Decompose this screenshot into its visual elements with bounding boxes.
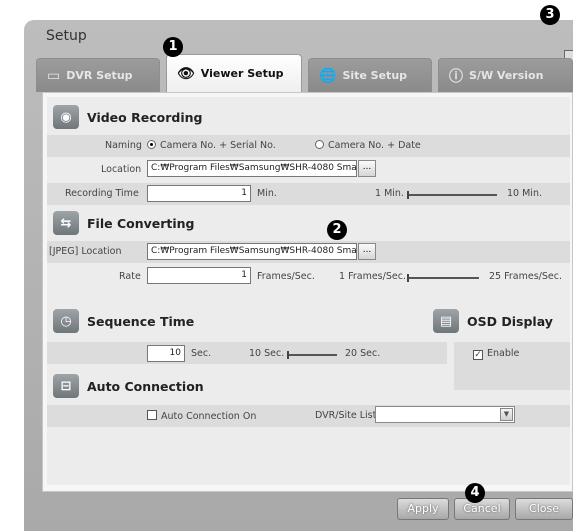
tab-label: Site Setup <box>342 69 408 82</box>
video-recording-header: ◉ Video Recording <box>53 105 202 129</box>
checkbox-unchecked[interactable] <box>147 410 157 420</box>
dvr-site-list-dropdown[interactable]: ▼ <box>375 406 515 423</box>
slider-thumb[interactable] <box>287 351 289 359</box>
location-label: Location <box>101 164 142 175</box>
tab-site-setup[interactable]: 🌐 Site Setup <box>308 58 432 92</box>
slider-max-label: 10 Min. <box>507 188 542 199</box>
sequence-time-row <box>47 342 447 364</box>
close-button[interactable]: Close <box>515 498 573 520</box>
recording-time-field[interactable]: 1 <box>147 185 251 202</box>
sequence-time-field[interactable]: 10 <box>147 345 185 362</box>
checkbox-label: Enable <box>487 348 520 359</box>
radio-button-selected[interactable] <box>147 140 156 149</box>
slider-min-label: 10 Sec. <box>249 348 285 359</box>
slider-thumb[interactable] <box>407 274 409 282</box>
naming-label: Naming <box>105 140 142 151</box>
auto-connection-header: ⊟ Auto Connection <box>53 374 204 398</box>
slider-thumb[interactable] <box>407 191 409 199</box>
dvr-site-list-label: DVR/Site List <box>315 410 377 421</box>
section-title: File Converting <box>87 215 195 231</box>
apply-button[interactable]: Apply <box>397 498 449 520</box>
file-converting-icon: ⇆ <box>53 211 79 235</box>
slider-min-label: 1 Frames/Sec. <box>339 271 406 282</box>
sequence-time-header: ◷ Sequence Time <box>53 309 194 333</box>
callout-marker: 1 <box>163 37 183 57</box>
slider-max-label: 25 Frames/Sec. <box>489 271 562 282</box>
naming-option-date[interactable]: Camera No. + Date <box>315 140 421 151</box>
tab-bar: ▭ DVR Setup 👁 Viewer Setup 🌐 Site Setup … <box>36 54 573 92</box>
section-title: Sequence Time <box>87 313 195 329</box>
auto-connection-icon: ⊟ <box>53 374 79 398</box>
callout-marker: 2 <box>327 220 347 240</box>
option-label: Camera No. + Serial No. <box>160 140 276 151</box>
callout-marker: 3 <box>540 5 560 25</box>
jpeg-browse-button[interactable]: ... <box>358 243 376 260</box>
dvr-icon: ▭ <box>47 67 61 84</box>
slider-min-label: 1 Min. <box>375 188 404 199</box>
sequence-time-slider[interactable] <box>287 351 337 359</box>
recording-time-slider[interactable] <box>407 191 497 199</box>
section-title: Auto Connection <box>87 378 204 394</box>
checkbox-label: Auto Connection On <box>161 411 257 422</box>
tab-label: S/W Version <box>469 69 544 82</box>
tab-sw-version[interactable]: ⓘ S/W Version <box>438 58 573 92</box>
sequence-time-unit: Sec. <box>191 348 212 359</box>
rate-field[interactable]: 1 <box>147 267 251 284</box>
osd-display-icon: ▤ <box>433 309 459 333</box>
option-label: Camera No. + Date <box>328 140 421 151</box>
recording-time-unit: Min. <box>257 188 277 199</box>
naming-option-serial[interactable]: Camera No. + Serial No. <box>147 140 276 151</box>
video-recording-icon: ◉ <box>53 105 79 129</box>
tab-viewer-setup[interactable]: 👁 Viewer Setup <box>166 54 302 92</box>
rate-label: Rate <box>119 271 141 282</box>
tab-label: DVR Setup <box>66 69 133 82</box>
callout-marker: 4 <box>465 483 485 503</box>
section-title: Video Recording <box>87 109 203 125</box>
viewer-setup-panel: ◉ Video Recording Naming Camera No. + Se… <box>42 92 573 492</box>
chevron-down-icon[interactable]: ▼ <box>500 408 513 421</box>
radio-button[interactable] <box>315 140 324 149</box>
section-title: OSD Display <box>467 313 553 329</box>
panel-content: ◉ Video Recording Naming Camera No. + Se… <box>47 97 570 485</box>
setup-window: Setup ▭ DVR Setup 👁 Viewer Setup 🌐 Site … <box>24 20 573 531</box>
osd-display-header: ▤ OSD Display <box>433 309 553 333</box>
globe-wrench-icon: 🌐 <box>319 67 337 84</box>
cancel-button[interactable]: Cancel <box>454 498 510 520</box>
viewer-eye-wrench-icon: 👁 <box>177 65 195 82</box>
recording-location-field[interactable]: C:₩Program Files₩Samsung₩SHR-4080 Sma <box>147 160 357 177</box>
recording-time-label: Recording Time <box>65 188 139 199</box>
recording-browse-button[interactable]: ... <box>358 160 376 177</box>
tab-label: Viewer Setup <box>200 67 284 80</box>
slider-max-label: 20 Sec. <box>345 348 381 359</box>
jpeg-location-field[interactable]: C:₩Program Files₩Samsung₩SHR-4080 Sma <box>147 243 357 260</box>
jpeg-location-label: [JPEG] Location <box>49 246 122 257</box>
tab-dvr-setup[interactable]: ▭ DVR Setup <box>36 58 160 92</box>
auto-connection-checkbox[interactable]: Auto Connection On <box>147 410 256 422</box>
checkbox-checked[interactable]: ✓ <box>473 350 483 360</box>
file-converting-header: ⇆ File Converting <box>53 211 195 235</box>
window-title: Setup <box>46 28 87 44</box>
sequence-time-icon: ◷ <box>53 309 79 333</box>
osd-enable-checkbox[interactable]: ✓ Enable <box>473 348 519 360</box>
info-icon: ⓘ <box>449 68 463 85</box>
rate-slider[interactable] <box>407 274 479 282</box>
rate-unit: Frames/Sec. <box>257 271 315 282</box>
